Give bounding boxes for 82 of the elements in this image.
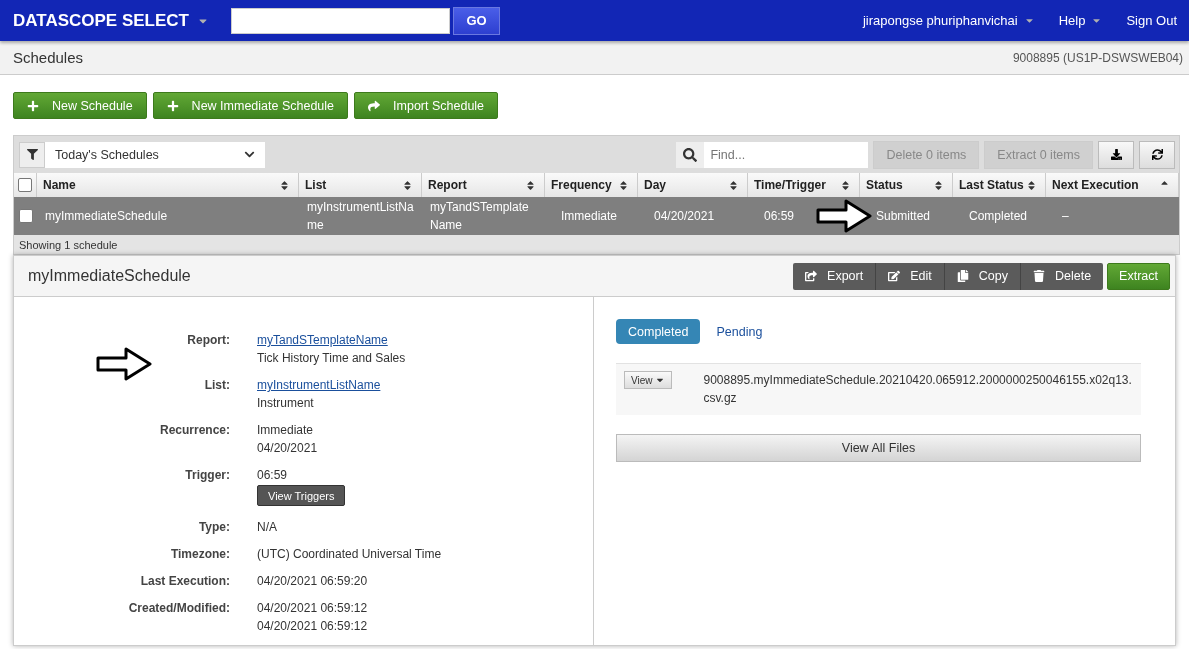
field-label: Last Execution: — [140, 573, 230, 590]
share-arrow-icon — [368, 99, 381, 112]
help-menu[interactable]: Help — [1058, 13, 1103, 28]
field-value: 06:59 — [257, 467, 288, 484]
copy-icon — [956, 270, 969, 282]
search-field[interactable] — [231, 7, 450, 34]
field-value: N/A — [257, 519, 277, 536]
column-header[interactable]: Day — [638, 173, 748, 197]
trash-icon — [1032, 270, 1045, 282]
chevron-down-icon — [244, 149, 255, 160]
arrow-icon — [816, 199, 872, 233]
action-button[interactable]: Delete — [1020, 262, 1104, 290]
find-field[interactable]: Find... — [704, 141, 869, 168]
checkbox[interactable] — [18, 178, 32, 192]
table-cell: – — [1046, 197, 1179, 235]
plus-icon — [27, 99, 39, 112]
go-button[interactable]: GO — [453, 6, 500, 35]
extract-button[interactable]: Extract — [1107, 262, 1170, 290]
arrow-icon — [96, 347, 152, 381]
column-header[interactable]: Status — [860, 173, 953, 197]
sign-out-link[interactable]: Sign Out — [1126, 13, 1177, 28]
server-label: 9008895 (US1P-DSWSWEB04) — [1012, 50, 1183, 65]
field-label: Created/Modified: — [128, 600, 230, 617]
refresh-icon — [1151, 149, 1163, 160]
view-triggers-button[interactable]: View Triggers — [257, 485, 346, 506]
action-button[interactable]: Copy — [944, 262, 1021, 290]
action-button[interactable]: New Schedule — [13, 92, 147, 119]
field-value: (UTC) Coordinated Universal Time — [257, 546, 442, 563]
field-value: 04/20/2021 06:59:12 — [257, 618, 368, 635]
action-button[interactable]: New Immediate Schedule — [152, 92, 349, 119]
column-header[interactable]: Time/Trigger — [748, 173, 860, 197]
table-cell: myInstrumentListName — [299, 197, 422, 235]
filter-icon — [19, 141, 45, 168]
refresh-button[interactable] — [1139, 140, 1175, 169]
action-button[interactable]: Export — [793, 262, 877, 290]
action-button[interactable]: Import Schedule — [354, 92, 499, 119]
page-title: Schedules — [13, 49, 84, 66]
user-menu[interactable]: jirapongse phuriphanvichai — [863, 13, 1035, 28]
row-count: Showing 1 schedule — [14, 235, 1179, 254]
table-cell: Immediate — [545, 197, 638, 235]
brand-menu[interactable]: DATASCOPE SELECT — [13, 10, 209, 31]
table-cell: Submitted — [860, 197, 953, 235]
column-header[interactable]: List — [299, 173, 422, 197]
view-all-files-button[interactable]: View All Files — [616, 434, 1141, 462]
tab[interactable]: Completed — [616, 319, 701, 344]
table-cell: myImmediateSchedule — [37, 197, 299, 235]
field-value: 04/20/2021 — [257, 440, 318, 457]
field-value: 04/20/2021 06:59:12 — [257, 600, 368, 617]
field-label: Recurrence: — [159, 422, 230, 439]
download-button[interactable] — [1098, 140, 1134, 169]
field-label: Trigger: — [185, 467, 230, 484]
detail-title: myImmediateSchedule — [28, 267, 191, 285]
column-header[interactable]: Last Status — [953, 173, 1046, 197]
field-value: Tick History Time and Sales — [257, 350, 406, 367]
table-cell: Completed — [953, 197, 1046, 235]
field-link[interactable]: myInstrumentListName — [257, 376, 381, 394]
tab[interactable]: Pending — [704, 319, 775, 344]
table-cell: 04/20/2021 — [638, 197, 748, 235]
field-value: Immediate — [257, 422, 314, 439]
file-name: 9008895.myImmediateSchedule.20210420.065912.2000000250046155.x02q13.csv.gz — [703, 372, 1133, 407]
view-dropdown-button[interactable]: View — [624, 371, 672, 389]
row-selection[interactable] — [14, 197, 37, 235]
field-value: 04/20/2021 06:59:20 — [257, 573, 368, 590]
table-cell: myTandSTemplateName — [422, 197, 545, 235]
checkbox[interactable] — [18, 209, 33, 223]
export-icon — [805, 270, 818, 282]
download-icon — [1110, 149, 1122, 160]
column-header[interactable]: Frequency — [545, 173, 638, 197]
column-header[interactable]: Next Execution — [1046, 173, 1179, 197]
column-header[interactable]: Report — [422, 173, 545, 197]
action-button[interactable]: Edit — [876, 262, 945, 290]
column-header[interactable]: Name — [37, 173, 299, 197]
edit-icon — [888, 270, 901, 282]
field-label: List: — [204, 377, 230, 394]
field-link[interactable]: myTandSTemplateName — [257, 331, 388, 349]
field-label: Timezone: — [170, 546, 230, 563]
field-label: Type: — [198, 519, 230, 536]
field-label: Report: — [187, 332, 230, 349]
filter-select[interactable]: Today's Schedules — [45, 141, 265, 168]
search-icon — [676, 141, 705, 168]
plus-icon — [166, 99, 179, 112]
field-value: Instrument — [257, 395, 314, 412]
